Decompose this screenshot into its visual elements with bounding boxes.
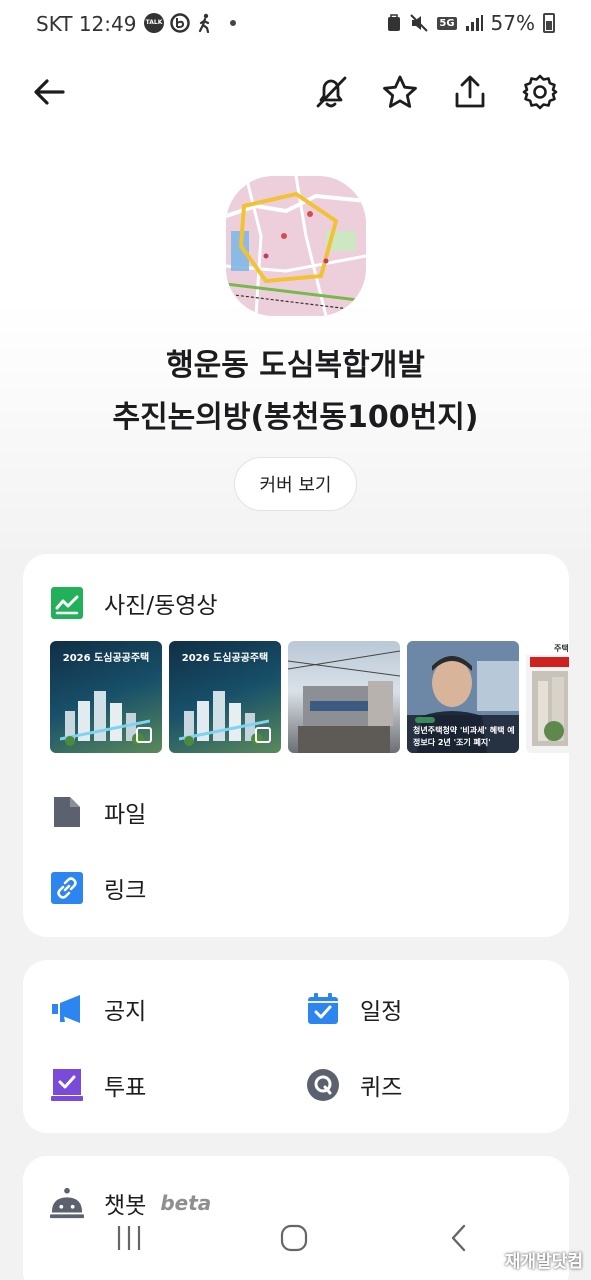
- quiz-label: 퀴즈: [360, 1075, 403, 1101]
- b-icon: [170, 13, 190, 33]
- file-icon: [50, 795, 84, 829]
- media-thumbnails: 2026 도심공공주택 2026 도심공공주택 청년주택청약 '비과세' 혜택 …: [50, 641, 569, 753]
- features-card: 공지 일정 투표 퀴즈: [23, 960, 569, 1133]
- talk-icon: TALK: [144, 13, 164, 33]
- more-notifications-dot: [230, 20, 236, 26]
- thumbnail-title: 2026 도심공공주택: [62, 653, 150, 664]
- media-thumbnail[interactable]: 2026 도심공공주택: [169, 641, 281, 753]
- home-icon: [280, 1224, 308, 1252]
- system-nav-bar: [0, 1210, 591, 1266]
- star-icon: [383, 75, 417, 108]
- quiz-row[interactable]: 퀴즈: [306, 1068, 402, 1102]
- walking-icon: [198, 13, 210, 33]
- files-row[interactable]: 파일: [50, 795, 146, 829]
- signal-icon: [465, 15, 483, 31]
- link-icon: [50, 871, 84, 905]
- multi-image-icon: [136, 727, 152, 743]
- room-cover-image[interactable]: [226, 176, 366, 316]
- network-badge: 5G: [437, 16, 457, 30]
- back-button[interactable]: [25, 68, 73, 116]
- view-cover-button[interactable]: 커버 보기: [234, 457, 357, 511]
- multi-image-icon: [255, 727, 271, 743]
- media-card: 사진/동영상 2026 도심공공주택 2026 도심공공주택 청년주택청약 '비…: [23, 554, 569, 937]
- battery-icon: [543, 13, 555, 33]
- notification-off-icon: [316, 76, 347, 108]
- room-title-line2: 추진논의방(봉천동100번지): [112, 400, 479, 435]
- vote-row[interactable]: 투표: [50, 1068, 146, 1102]
- share-button[interactable]: [446, 68, 494, 116]
- schedule-label: 일정: [360, 999, 403, 1025]
- quiz-icon: [306, 1068, 340, 1102]
- map-thumbnail: [226, 176, 366, 316]
- system-back-button[interactable]: [436, 1220, 484, 1256]
- media-thumbnail[interactable]: 주택발: [526, 641, 569, 753]
- vote-icon: [50, 1068, 84, 1102]
- street-photo: [288, 650, 400, 753]
- mute-icon: [410, 14, 429, 32]
- back-arrow-icon: [34, 79, 65, 105]
- vote-label: 투표: [104, 1075, 147, 1101]
- files-label: 파일: [104, 802, 147, 828]
- notification-toggle-button[interactable]: [307, 68, 355, 116]
- schedule-row[interactable]: 일정: [306, 992, 402, 1026]
- article-title: 주택발: [554, 644, 569, 653]
- links-label: 링크: [104, 878, 147, 904]
- media-thumbnail[interactable]: 청년주택청약 '비과세' 혜택 예정보다 2년 '조기 폐지': [407, 641, 519, 753]
- media-thumbnail[interactable]: [288, 641, 400, 753]
- settings-icon: [522, 74, 558, 110]
- room-title-line1: 행운동 도심복합개발: [166, 348, 425, 383]
- calendar-icon: [306, 992, 340, 1026]
- room-title: 행운동 도심복합개발 추진논의방(봉천동100번지): [0, 340, 591, 444]
- recent-apps-button[interactable]: [105, 1220, 153, 1256]
- megaphone-icon: [50, 992, 84, 1026]
- notification-icons: TALK: [144, 13, 236, 33]
- chevron-left-icon: [451, 1224, 466, 1252]
- notice-label: 공지: [104, 999, 147, 1025]
- media-thumbnail[interactable]: 2026 도심공공주택: [50, 641, 162, 753]
- lock-battery-icon: [388, 14, 401, 31]
- links-row[interactable]: 링크: [50, 871, 146, 905]
- top-toolbar: [0, 62, 591, 124]
- news-caption: 청년주택청약 '비과세' 혜택 예정보다 2년 '조기 폐지': [413, 726, 515, 747]
- watermark-logo: 재개발닷컴: [504, 1252, 583, 1272]
- share-icon: [455, 75, 485, 108]
- article-thumbnail: [526, 641, 569, 753]
- status-right: 5G 57%: [387, 11, 555, 35]
- status-bar: SKT 12:49 TALK 5G 57%: [0, 0, 591, 48]
- status-time: SKT 12:49: [36, 12, 137, 36]
- favorite-button[interactable]: [376, 68, 424, 116]
- battery-percent: 57%: [490, 11, 535, 35]
- photo-icon: [50, 586, 84, 620]
- home-button[interactable]: [270, 1220, 318, 1256]
- recent-apps-icon: [117, 1226, 141, 1250]
- photos-videos-row[interactable]: 사진/동영상: [50, 586, 218, 620]
- thumbnail-title: 2026 도심공공주택: [181, 653, 269, 664]
- photos-videos-label: 사진/동영상: [104, 593, 218, 619]
- settings-button[interactable]: [516, 68, 564, 116]
- notice-row[interactable]: 공지: [50, 992, 146, 1026]
